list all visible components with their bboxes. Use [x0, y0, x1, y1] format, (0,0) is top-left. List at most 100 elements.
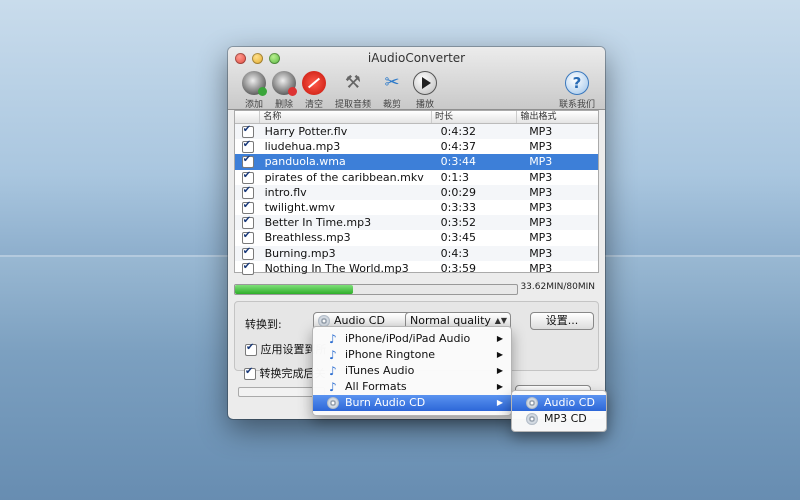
table-row[interactable]: pirates of the caribbean.mkv 0:1:3 MP3 — [235, 170, 598, 185]
menu-item-label: All Formats — [345, 380, 407, 393]
file-table: 名称 时长 输出格式 Harry Potter.flv 0:4:32 MP3 liu… — [234, 110, 599, 276]
toolbar: 添加 删除 清空 ⚒ 提取音频 ✂ 裁剪 播放 ? 联系我们 — [234, 71, 601, 110]
menu-item-label: iTunes Audio — [345, 364, 415, 377]
file-duration: 0:4:37 — [440, 140, 477, 154]
burn-cd-submenu: Audio CD MP3 CD — [511, 390, 607, 432]
clear-button[interactable]: 清空 — [294, 71, 334, 110]
submenu-item-label: Audio CD — [544, 396, 595, 409]
row-checkbox[interactable] — [241, 200, 254, 215]
file-format: MP3 — [529, 125, 553, 139]
file-name: intro.flv — [264, 185, 307, 199]
row-checkbox[interactable] — [241, 246, 254, 260]
menu-item-iphone-ringtone[interactable]: ♪ iPhone Ringtone ▶ — [313, 347, 511, 363]
capacity-fill — [235, 285, 354, 294]
clear-label: 清空 — [304, 100, 323, 110]
file-name: Burning.mp3 — [264, 246, 336, 260]
table-row-selected[interactable]: panduola.wma 0:3:44 MP3 — [235, 154, 598, 170]
table-header: 名称 时长 输出格式 — [235, 111, 598, 124]
row-checkbox[interactable] — [241, 261, 254, 275]
submenu-item-mp3-cd[interactable]: MP3 CD — [512, 411, 606, 427]
contact-button[interactable]: ? 联系我们 — [553, 71, 601, 110]
file-name: Harry Potter.flv — [264, 125, 348, 139]
apply-all-checkbox[interactable] — [245, 342, 257, 356]
format-menu: ♪ iPhone/iPod/iPad Audio ▶ ♪ iPhone Ring… — [312, 326, 512, 416]
file-format: MP3 — [529, 185, 553, 199]
table-body: Harry Potter.flv 0:4:32 MP3 liudehua.mp3 0:… — [235, 124, 598, 276]
table-row[interactable]: Breathless.mp3 0:3:45 MP3 — [235, 230, 598, 245]
play-label: 播放 — [415, 100, 434, 110]
table-row[interactable]: twilight.wmv 0:3:33 MP3 — [235, 200, 598, 215]
file-format: MP3 — [529, 140, 553, 154]
submenu-arrow-icon: ▶ — [496, 382, 503, 391]
disc-icon — [526, 413, 538, 425]
file-format: MP3 — [529, 201, 553, 215]
file-format: MP3 — [529, 170, 553, 184]
table-row[interactable]: Burning.mp3 0:4:3 MP3 — [235, 245, 598, 261]
row-checkbox[interactable] — [241, 124, 254, 139]
menu-item-all-formats[interactable]: ♪ All Formats ▶ — [313, 379, 511, 395]
file-format: MP3 — [529, 261, 553, 275]
extract-audio-button[interactable]: ⚒ 提取音频 — [333, 71, 373, 110]
file-format: MP3 — [529, 216, 553, 230]
header-name[interactable]: 名称 — [259, 111, 431, 123]
music-note-icon: ♪ — [329, 332, 337, 346]
row-checkbox[interactable] — [241, 139, 254, 154]
menu-item-label: Burn Audio CD — [345, 396, 426, 409]
tools-icon: ⚒ — [344, 72, 362, 93]
table-row[interactable]: intro.flv 0:0:29 MP3 — [235, 184, 598, 200]
title-bar: iAudioConverter 添加 删除 清空 ⚒ 提取音频 ✂ 裁剪 播放 … — [228, 47, 605, 110]
menu-item-itunes-audio[interactable]: ♪ iTunes Audio ▶ — [313, 363, 511, 379]
header-check — [235, 111, 259, 123]
file-duration: 0:3:44 — [440, 155, 477, 169]
extract-label: 提取音频 — [334, 100, 371, 110]
disc-icon — [327, 397, 339, 409]
after-convert-checkbox[interactable] — [244, 366, 256, 380]
music-note-icon: ♪ — [329, 380, 337, 394]
menu-item-label: iPhone/iPod/iPad Audio — [345, 332, 471, 345]
row-checkbox[interactable] — [241, 215, 254, 230]
window-title: iAudioConverter — [367, 51, 466, 65]
file-name: pirates of the caribbean.mkv — [264, 170, 424, 184]
file-format: MP3 — [529, 246, 553, 260]
submenu-arrow-icon: ▶ — [496, 350, 503, 359]
file-duration: 0:4:3 — [440, 246, 470, 260]
submenu-arrow-icon: ▶ — [496, 366, 503, 375]
file-duration: 0:3:59 — [440, 261, 477, 275]
file-duration: 0:0:29 — [440, 185, 477, 199]
capacity-text: 33.62MIN/80MIN — [520, 282, 595, 292]
table-row[interactable]: liudehua.mp3 0:4:37 MP3 — [235, 139, 598, 154]
menu-item-burn-audio-cd[interactable]: Burn Audio CD ▶ — [313, 395, 511, 411]
help-icon: ? — [565, 71, 589, 95]
file-format: MP3 — [529, 231, 553, 245]
table-row[interactable]: Harry Potter.flv 0:4:32 MP3 — [235, 124, 598, 140]
row-checkbox[interactable] — [241, 185, 254, 199]
file-duration: 0:3:52 — [440, 216, 477, 230]
submenu-arrow-icon: ▶ — [496, 398, 503, 407]
add-speaker-icon — [242, 71, 267, 96]
file-name: liudehua.mp3 — [264, 140, 341, 154]
header-format[interactable]: 输出格式 — [516, 111, 598, 123]
settings-button[interactable]: 设置... — [530, 312, 594, 330]
play-icon — [413, 71, 437, 95]
table-row[interactable]: Better In Time.mp3 0:3:52 MP3 — [235, 215, 598, 231]
submenu-item-label: MP3 CD — [544, 412, 587, 425]
submenu-arrow-icon: ▶ — [496, 334, 503, 343]
file-duration: 0:3:33 — [440, 201, 477, 215]
file-duration: 0:4:32 — [440, 125, 477, 139]
table-row[interactable]: Nothing In The World.mp3 0:3:59 MP3 — [235, 261, 598, 276]
convert-to-label: 转换到: — [245, 318, 282, 331]
row-checkbox[interactable] — [241, 170, 254, 184]
capacity-bar — [234, 284, 518, 295]
file-format: MP3 — [529, 155, 553, 169]
header-duration[interactable]: 时长 — [431, 111, 516, 123]
file-name: Breathless.mp3 — [264, 231, 351, 245]
play-button[interactable]: 播放 — [405, 71, 445, 110]
file-name: panduola.wma — [264, 155, 346, 169]
menu-item-label: iPhone Ringtone — [345, 348, 436, 361]
menu-item-iphone-audio[interactable]: ♪ iPhone/iPod/iPad Audio ▶ — [313, 331, 511, 347]
file-name: Better In Time.mp3 — [264, 216, 372, 230]
row-checkbox[interactable] — [241, 230, 254, 245]
submenu-item-audio-cd[interactable]: Audio CD — [512, 395, 606, 411]
file-duration: 0:3:45 — [440, 231, 477, 245]
row-checkbox[interactable] — [241, 154, 254, 169]
